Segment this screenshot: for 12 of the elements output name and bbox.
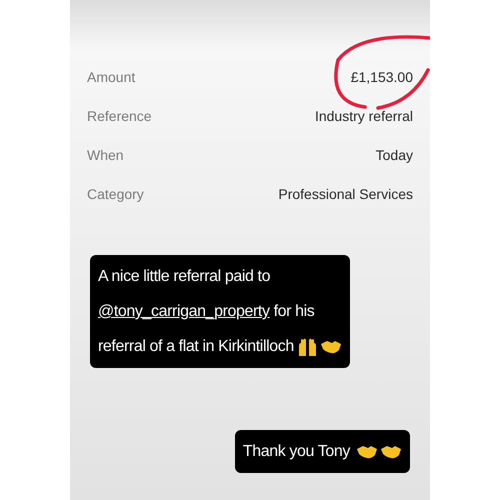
detail-label: When — [87, 146, 124, 164]
detail-label: Reference — [87, 106, 152, 126]
detail-value: £1,153.00 — [350, 68, 413, 86]
detail-value: Today — [376, 146, 413, 165]
caption-text: A nice little referral paid to @tony_carrigan_property for his referral of a flat in Kirkintilloch — [90, 255, 350, 368]
detail-value: Industry referral — [314, 106, 413, 126]
caption-text: Thank you Tony — [234, 430, 410, 473]
detail-label: Category — [87, 184, 144, 204]
raised-hands-icon — [298, 338, 318, 356]
mention-link[interactable]: @tony_carrigan_property — [98, 303, 270, 320]
detail-value: Professional Services — [278, 184, 413, 204]
detail-label: Amount — [87, 68, 136, 86]
